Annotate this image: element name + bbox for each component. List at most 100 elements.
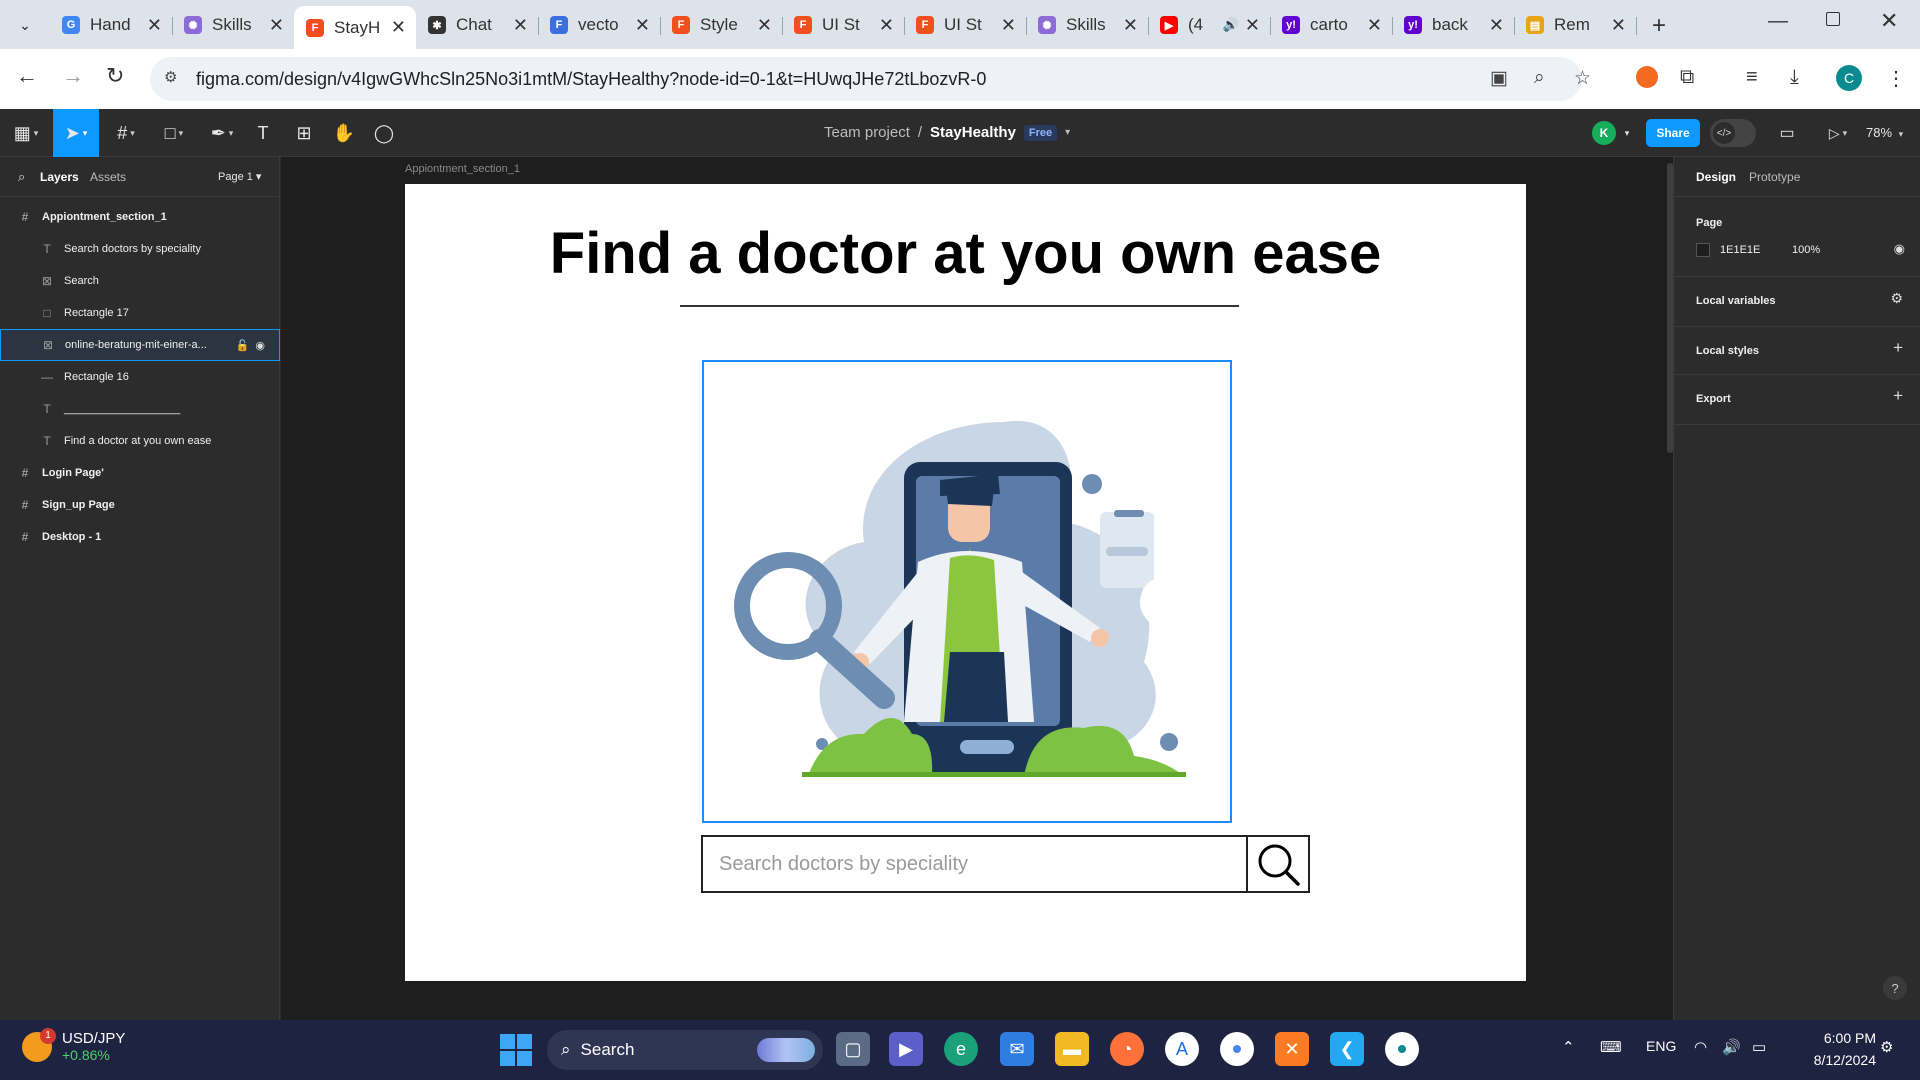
- bookmark-star-icon[interactable]: ☆: [1574, 67, 1591, 90]
- tab-close-icon[interactable]: ✕: [1123, 15, 1138, 36]
- browser-tab[interactable]: ▤ Rem ✕: [1514, 8, 1637, 42]
- extension-orange-icon[interactable]: [1636, 66, 1658, 88]
- ticker-widget[interactable]: 1 USD/JPY +0.86%: [22, 1027, 125, 1063]
- back-icon[interactable]: ←: [16, 63, 38, 89]
- browser-tab[interactable]: ▶ (4 🔊 ✕: [1148, 8, 1271, 42]
- windows-start-icon[interactable]: [500, 1034, 532, 1066]
- profile-avatar[interactable]: C: [1836, 65, 1862, 91]
- xampp-icon[interactable]: ✕: [1275, 1032, 1309, 1066]
- firefox-icon[interactable]: ◔: [1110, 1032, 1144, 1066]
- move-tool-icon[interactable]: ➤ ▾: [53, 109, 99, 157]
- eye-icon[interactable]: ◉: [255, 340, 265, 352]
- new-tab-button[interactable]: +: [1652, 12, 1666, 40]
- zoom-icon[interactable]: ⌕: [1534, 67, 1545, 89]
- download-icon[interactable]: ⤓: [1790, 66, 1799, 89]
- breadcrumb-team[interactable]: Team project: [824, 124, 910, 141]
- text-tool-icon[interactable]: T: [250, 109, 276, 157]
- volume-icon[interactable]: 🔊: [1722, 1038, 1741, 1056]
- file-explorer-icon[interactable]: ▬: [1055, 1032, 1089, 1066]
- tab-close-icon[interactable]: ✕: [269, 15, 284, 36]
- main-menu-icon[interactable]: ▦ ▾: [6, 109, 46, 157]
- tab-close-icon[interactable]: ✕: [391, 17, 406, 38]
- variables-settings-icon[interactable]: ⚙: [1890, 290, 1903, 307]
- tab-close-icon[interactable]: ✕: [1001, 15, 1016, 36]
- search-input[interactable]: Search doctors by speciality: [701, 835, 1248, 893]
- tab-audio-icon[interactable]: 🔊: [1223, 17, 1239, 33]
- layer-row[interactable]: □ Rectangle 17: [0, 297, 280, 329]
- browser-tab[interactable]: ✱ Chat ✕: [416, 8, 539, 42]
- tray-overflow-icon[interactable]: ⌃: [1562, 1038, 1575, 1056]
- tab-close-icon[interactable]: ✕: [879, 15, 894, 36]
- headline-underline[interactable]: [680, 305, 1239, 307]
- wifi-icon[interactable]: ◠: [1694, 1038, 1707, 1056]
- dev-mode-toggle[interactable]: </>: [1710, 119, 1756, 147]
- file-name[interactable]: StayHealthy: [930, 124, 1016, 141]
- doctor-illustration[interactable]: [702, 360, 1232, 823]
- search-button[interactable]: [1246, 835, 1310, 893]
- hand-tool-icon[interactable]: ✋: [330, 109, 358, 157]
- tab-close-icon[interactable]: ✕: [513, 15, 528, 36]
- app-store-icon[interactable]: A: [1165, 1032, 1199, 1066]
- layer-row[interactable]: T Find a doctor at you own ease: [0, 425, 280, 457]
- media-control-icon[interactable]: ≡: [1746, 66, 1758, 89]
- share-button[interactable]: Share: [1646, 119, 1700, 147]
- shape-tool-icon[interactable]: □ ▾: [154, 109, 194, 157]
- taskbar-search[interactable]: ⌕ Search: [547, 1030, 823, 1070]
- avatar-chevron-icon[interactable]: ▾: [1620, 109, 1634, 157]
- layer-row[interactable]: # Sign_up Page: [0, 489, 280, 521]
- site-info-icon[interactable]: ⚙: [164, 68, 184, 88]
- screenshot-blocked-icon[interactable]: ▣: [1490, 67, 1508, 90]
- maximize-icon[interactable]: [1826, 12, 1840, 26]
- user-avatar[interactable]: K: [1592, 121, 1616, 145]
- battery-icon[interactable]: ▭: [1752, 1038, 1766, 1056]
- browser-tab[interactable]: Fvecto ✕: [538, 8, 661, 42]
- browser-tab[interactable]: F UI St ✕: [904, 8, 1027, 42]
- zoom-level[interactable]: 78% ▾: [1866, 125, 1903, 140]
- add-export-plus-icon[interactable]: +: [1893, 386, 1903, 406]
- browser-tab[interactable]: y! carto ✕: [1270, 8, 1393, 42]
- minimize-icon[interactable]: —: [1768, 10, 1788, 33]
- browser-tab[interactable]: G Hand ✕: [50, 8, 173, 42]
- resources-tool-icon[interactable]: ⊞: [290, 109, 318, 157]
- omnibox[interactable]: ⚙ figma.com/design/v4IgwGWhcSln25No3i1mt…: [150, 57, 1591, 101]
- chrome-profile-icon[interactable]: [1385, 1032, 1419, 1066]
- tab-layers[interactable]: Layers: [40, 170, 79, 184]
- appointment-frame[interactable]: Find a doctor at you own ease Search doc…: [405, 184, 1526, 981]
- headline[interactable]: Find a doctor at you own ease: [405, 220, 1526, 287]
- tab-close-icon[interactable]: ✕: [635, 15, 650, 36]
- browser-tab[interactable]: y! back ✕: [1392, 8, 1515, 42]
- file-menu-chevron-icon[interactable]: ▾: [1065, 127, 1070, 138]
- teams-meet-icon[interactable]: ▶: [889, 1032, 923, 1066]
- help-button[interactable]: ?: [1883, 976, 1907, 1000]
- language-indicator[interactable]: ENG: [1646, 1038, 1676, 1054]
- library-book-icon[interactable]: ▭: [1772, 109, 1802, 157]
- layer-row[interactable]: T ___________________: [0, 393, 280, 425]
- tab-search-icon[interactable]: ⌄: [12, 12, 38, 38]
- vscode-icon[interactable]: ❮: [1330, 1032, 1364, 1066]
- window-close-icon[interactable]: ✕: [1880, 8, 1898, 34]
- visibility-eye-icon[interactable]: ◉: [1894, 241, 1905, 257]
- clock-date[interactable]: 8/12/2024: [1796, 1052, 1876, 1068]
- tab-close-icon[interactable]: ✕: [757, 15, 772, 36]
- chrome-icon[interactable]: [1220, 1032, 1254, 1066]
- layer-search-icon[interactable]: ⌕: [18, 169, 25, 185]
- browser-tab[interactable]: F StayH ✕: [294, 6, 416, 49]
- frame-label[interactable]: Appiontment_section_1: [405, 163, 520, 175]
- keyboard-icon[interactable]: ⌨: [1600, 1038, 1622, 1056]
- edge-icon[interactable]: e: [944, 1032, 978, 1066]
- tab-close-icon[interactable]: ✕: [147, 15, 162, 36]
- task-view-icon[interactable]: ▢: [836, 1032, 870, 1066]
- forward-icon[interactable]: →: [62, 63, 84, 89]
- tab-prototype[interactable]: Prototype: [1749, 170, 1800, 184]
- pen-tool-icon[interactable]: ✒ ▾: [202, 109, 242, 157]
- layer-row[interactable]: — Rectangle 16: [0, 361, 280, 393]
- layer-row[interactable]: T Search doctors by speciality: [0, 233, 280, 265]
- tab-close-icon[interactable]: ✕: [1611, 15, 1626, 36]
- page-color-swatch[interactable]: [1696, 243, 1710, 257]
- url-text[interactable]: figma.com/design/v4IgwGWhcSln25No3i1mtM/…: [196, 69, 986, 90]
- local-variables-title[interactable]: Local variables: [1696, 295, 1776, 307]
- page-color-value[interactable]: 1E1E1E: [1720, 244, 1760, 256]
- mail-icon[interactable]: ✉: [1000, 1032, 1034, 1066]
- present-play-icon[interactable]: ▷ ▾: [1820, 109, 1856, 157]
- tab-assets[interactable]: Assets: [90, 170, 126, 184]
